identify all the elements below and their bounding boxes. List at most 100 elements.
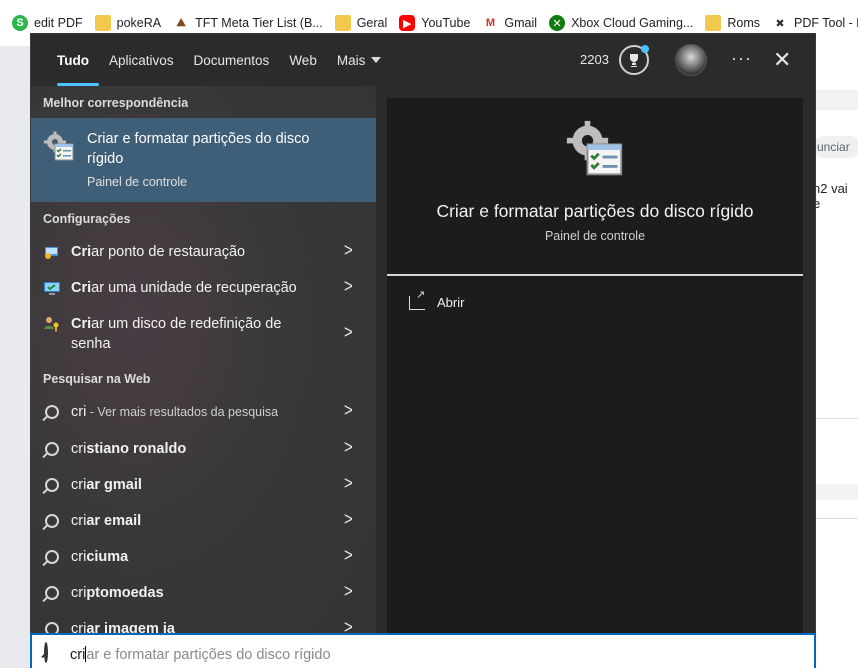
gmail-icon: M: [485, 17, 495, 29]
suggestion-text: ciuma: [86, 549, 129, 565]
background-strip: [815, 90, 858, 110]
trophy-icon[interactable]: [619, 45, 649, 75]
close-button[interactable]: ✕: [773, 47, 791, 73]
magnifier-shape: [45, 586, 59, 600]
search-icon: [43, 548, 61, 566]
results-panel: Melhor correspondência Criar e formatar …: [31, 86, 376, 638]
search-icon: [43, 403, 61, 421]
bookmark-label: edit PDF: [34, 16, 83, 30]
web-result-label: criciuma: [71, 547, 128, 567]
xbox-icon: ✕: [549, 15, 566, 31]
suggestion-text: stiano ronaldo: [86, 441, 187, 457]
bookmark-label: pokeRA: [116, 16, 162, 30]
suggestion-text: ptomoedas: [86, 585, 164, 601]
background-divider: [815, 418, 858, 419]
magnifier-shape: [45, 550, 59, 564]
tab-label: Web: [289, 52, 317, 68]
preview-title: Criar e formatar partições do disco rígi…: [436, 201, 754, 221]
chevron-right-icon: >: [344, 436, 353, 459]
rewards-points: 2203: [580, 52, 609, 67]
web-result-label: criar email: [71, 511, 141, 531]
best-match-subtitle: Painel de controle: [87, 175, 188, 189]
section-heading-best-match: Melhor correspondência: [43, 96, 189, 110]
search-icon: [43, 584, 61, 602]
rest-text: ar um disco de redefinição de senha: [71, 316, 282, 352]
tab-web[interactable]: Web: [279, 34, 327, 86]
query-text: cri: [71, 441, 87, 457]
web-result-label: criar gmail: [71, 475, 142, 495]
search-icon: [44, 642, 48, 663]
chevron-down-icon: [371, 57, 382, 63]
chevron-right-icon: >: [344, 508, 353, 531]
background-page: unciar n2 vai e: [813, 46, 858, 668]
chevron-right-icon: >: [344, 399, 353, 422]
query-text: cri: [71, 477, 87, 493]
web-result-label: criptomoedas: [71, 583, 164, 603]
folder-icon: [334, 15, 351, 31]
open-label: Abrir: [437, 295, 465, 310]
chevron-right-icon: >: [344, 472, 353, 495]
search-input[interactable]: criar e formatar partições do disco rígi…: [30, 633, 816, 668]
suggestion-text: ar email: [86, 513, 142, 529]
web-result-item[interactable]: cri - Ver mais resultados da pesquisa >: [31, 399, 376, 422]
notification-dot: [641, 45, 649, 53]
settings-item-label: Criar um disco de redefinição de senha: [71, 314, 311, 354]
bookmark-label: Roms: [727, 16, 761, 30]
chevron-right-icon: >: [344, 580, 353, 603]
chevron-right-icon: >: [344, 544, 353, 567]
tab-label: Documentos: [193, 52, 270, 68]
hint-text: - Ver mais resultados da pesquisa: [86, 405, 279, 419]
disk-management-icon: [565, 120, 625, 180]
tft-icon: ⛰: [176, 16, 186, 29]
bookmark-label: YouTube: [421, 16, 471, 30]
open-icon: [409, 288, 425, 310]
tab-documents[interactable]: Documentos: [184, 34, 280, 86]
background-pill: unciar: [813, 136, 858, 158]
bookmark-label: Geral: [356, 16, 388, 30]
section-heading-web: Pesquisar na Web: [43, 372, 151, 386]
open-button[interactable]: Abrir: [409, 288, 465, 310]
bookmark-label: PDF Tool - Ho: [794, 16, 858, 30]
background-page-left-edge: [0, 46, 30, 668]
tab-more[interactable]: Mais: [327, 34, 392, 86]
avatar[interactable]: [675, 44, 707, 76]
settings-item-restore-point[interactable]: Criar ponto de restauração >: [31, 239, 376, 262]
preview-subtitle: Painel de controle: [544, 229, 646, 243]
match-text: Cri: [71, 316, 92, 332]
disk-management-icon: [43, 131, 75, 163]
query-text: cri: [71, 585, 87, 601]
bookmark-label: Xbox Cloud Gaming...: [571, 16, 694, 30]
web-result-item[interactable]: criar gmail >: [31, 472, 376, 495]
settings-item-password-reset[interactable]: Criar um disco de redefinição de senha >: [31, 314, 376, 354]
suggestion-text: ar gmail: [86, 477, 142, 493]
web-result-label: cristiano ronaldo: [71, 439, 186, 459]
rest-text: ar uma unidade de recuperação: [91, 280, 297, 296]
settings-item-recovery-drive[interactable]: Criar uma unidade de recuperação >: [31, 275, 376, 298]
tab-label: Tudo: [57, 52, 89, 68]
section-heading-settings: Configurações: [43, 212, 131, 226]
chevron-right-icon: >: [344, 239, 353, 262]
search-icon: [43, 476, 61, 494]
autocomplete-text: ar e formatar partições do disco rígido: [86, 647, 331, 663]
folder-icon: [94, 15, 111, 31]
web-result-item[interactable]: criciuma >: [31, 544, 376, 567]
web-result-item[interactable]: criar email >: [31, 508, 376, 531]
web-result-item[interactable]: criptomoedas >: [31, 580, 376, 603]
tab-apps[interactable]: Aplicativos: [99, 34, 184, 86]
recovery-drive-icon: [43, 279, 61, 297]
more-options-button[interactable]: ···: [731, 48, 752, 69]
magnifier-shape: [45, 442, 59, 456]
settings-item-label: Criar uma unidade de recuperação: [71, 278, 297, 298]
chevron-right-icon: >: [344, 275, 353, 298]
magnifier-shape: [45, 405, 59, 419]
magnifier-shape: [45, 514, 59, 528]
match-text: Cri: [71, 244, 92, 260]
web-result-item[interactable]: cristiano ronaldo >: [31, 436, 376, 459]
password-reset-icon: [43, 315, 61, 333]
best-match-title: Criar e formatar partições do disco rígi…: [87, 131, 310, 167]
background-strip: [815, 484, 858, 500]
tab-all[interactable]: Tudo: [47, 34, 99, 86]
background-snippet: n2 vai e: [813, 181, 848, 211]
best-match-item[interactable]: Criar e formatar partições do disco rígi…: [31, 118, 376, 202]
magnifier-shape: [45, 478, 59, 492]
